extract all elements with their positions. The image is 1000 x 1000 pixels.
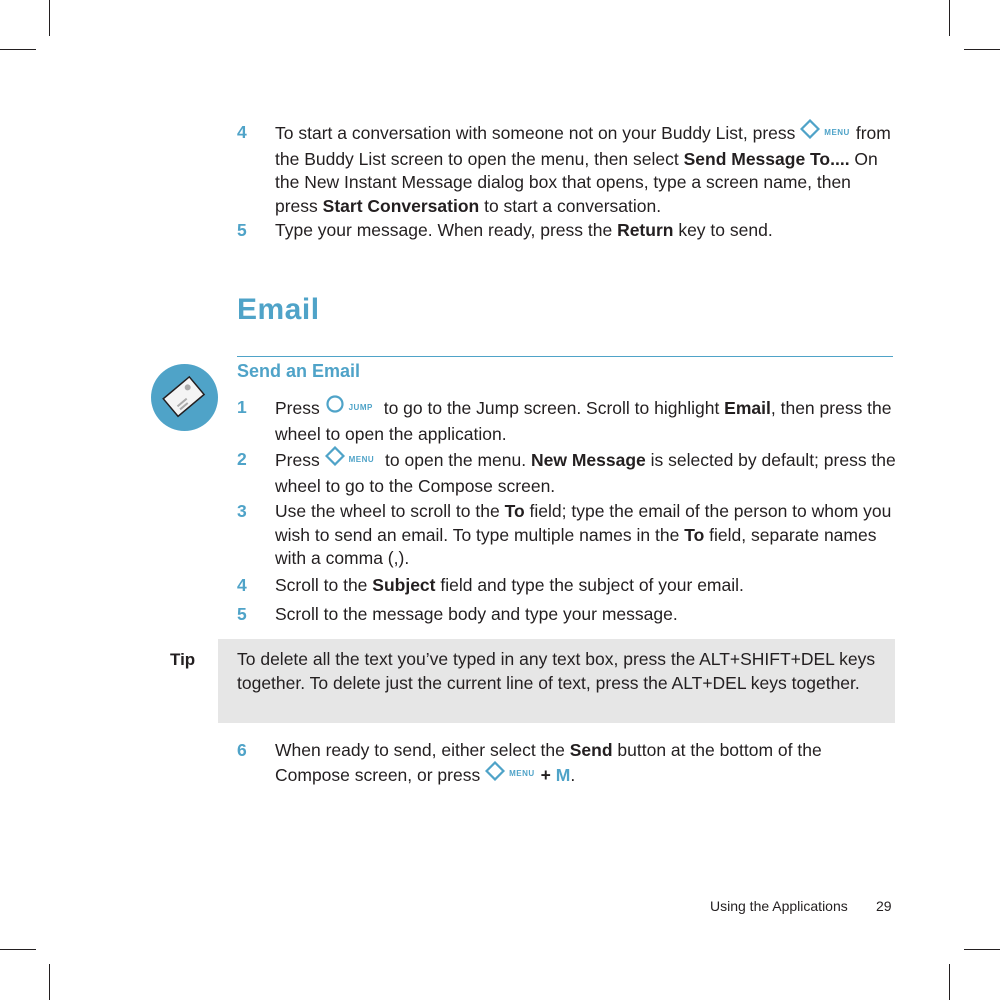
footer-section: Using the Applications xyxy=(710,898,848,914)
tip-text: To delete all the text you’ve typed in a… xyxy=(237,649,876,693)
key-letter: M xyxy=(555,764,571,785)
menu-key-icon xyxy=(485,760,506,788)
step-text: Scroll to the Subject field and type the… xyxy=(275,574,897,598)
section-divider xyxy=(237,356,893,357)
footer-page-number: 29 xyxy=(876,898,892,914)
step-number: 4 xyxy=(237,575,247,595)
step-number: 6 xyxy=(237,740,247,760)
step-text-segment: field and type the subject of your email… xyxy=(435,575,744,595)
step-text-segment: Scroll to the message body and type your… xyxy=(275,604,678,624)
jump-key-icon xyxy=(325,394,345,421)
subsection-title: Send an Email xyxy=(237,361,361,381)
step-text: Press JUMP to go to the Jump screen. Scr… xyxy=(275,394,897,446)
step-number: 2 xyxy=(237,449,247,469)
crop-mark xyxy=(964,949,1000,950)
step-bold-term: To xyxy=(684,524,705,545)
step-number: 4 xyxy=(237,122,247,142)
step-bold-term: Return xyxy=(617,220,674,240)
crop-mark xyxy=(0,49,36,50)
step-bold-term: + xyxy=(540,764,556,785)
step-text: Press MENU to open the menu. New Message… xyxy=(275,445,897,498)
step-text-segment: to go to the Jump screen. Scroll to high… xyxy=(378,397,725,418)
section-title: Email xyxy=(237,293,320,326)
menu-key-label: MENU xyxy=(348,454,375,464)
step-number: 5 xyxy=(237,220,247,240)
step-text: When ready to send, either select the Se… xyxy=(275,739,897,789)
step-bold-term: Email xyxy=(724,397,771,418)
step-text-segment: Type your message. When ready, press the xyxy=(275,220,618,240)
jump-key-label: JUMP xyxy=(348,402,373,412)
step-item: 1 Press JUMP to go to the Jump screen. Sc… xyxy=(237,394,897,446)
step-text: Use the wheel to scroll to the To field;… xyxy=(275,500,897,571)
step-text-segment: to open the menu. xyxy=(380,449,531,470)
step-item: 4 To start a conversation with someone no… xyxy=(237,118,897,218)
crop-mark xyxy=(0,949,36,950)
step-bold-term: Send xyxy=(569,740,613,760)
step-item: 3 Use the wheel to scroll to the To field… xyxy=(237,500,897,571)
menu-key-label: MENU xyxy=(824,127,850,137)
crop-mark xyxy=(49,0,50,36)
step-bold-term: New Message xyxy=(530,449,646,470)
step-text-segment: Scroll to the xyxy=(275,575,373,595)
step-text-segment: key to send. xyxy=(673,220,773,240)
step-number: 5 xyxy=(237,604,247,624)
step-text-segment: To start a conversation with someone not… xyxy=(275,122,801,143)
step-text-segment: to start a conversation. xyxy=(479,195,662,216)
step-text-segment: Press xyxy=(275,397,325,418)
crop-mark xyxy=(49,964,50,1000)
step-item: 2 Press MENU to open the menu. New Messag… xyxy=(237,445,897,498)
menu-key-icon xyxy=(800,118,821,146)
step-bold-term: Start Conversation xyxy=(322,195,480,216)
step-item: 5 Scroll to the message body and type you… xyxy=(237,603,897,627)
crop-mark xyxy=(964,49,1000,50)
step-item: 6 When ready to send, either select the S… xyxy=(237,739,897,789)
step-text: To start a conversation with someone not… xyxy=(275,118,897,218)
step-text-segment: When ready to send, either select the xyxy=(275,740,570,760)
step-item: 5 Type your message. When ready, press th… xyxy=(237,219,897,243)
step-item: 4 Scroll to the Subject field and type th… xyxy=(237,574,897,598)
step-text-segment: Press xyxy=(275,449,325,470)
step-text: Scroll to the message body and type your… xyxy=(275,603,897,627)
menu-key-icon xyxy=(324,445,345,473)
tip-label: Tip xyxy=(170,650,196,669)
step-text-segment: Use the wheel to scroll to the xyxy=(275,501,505,521)
step-text: Type your message. When ready, press the… xyxy=(275,219,897,243)
step-number: 3 xyxy=(237,501,247,521)
step-bold-term: Send Message To.... xyxy=(683,148,850,169)
step-text-segment: . xyxy=(570,764,576,785)
envelope-icon xyxy=(151,364,218,431)
step-bold-term: Subject xyxy=(372,575,436,595)
crop-mark xyxy=(949,964,950,1000)
menu-key-label: MENU xyxy=(509,769,535,778)
crop-mark xyxy=(949,0,950,36)
step-bold-term: To xyxy=(504,501,525,521)
step-number: 1 xyxy=(237,397,247,417)
